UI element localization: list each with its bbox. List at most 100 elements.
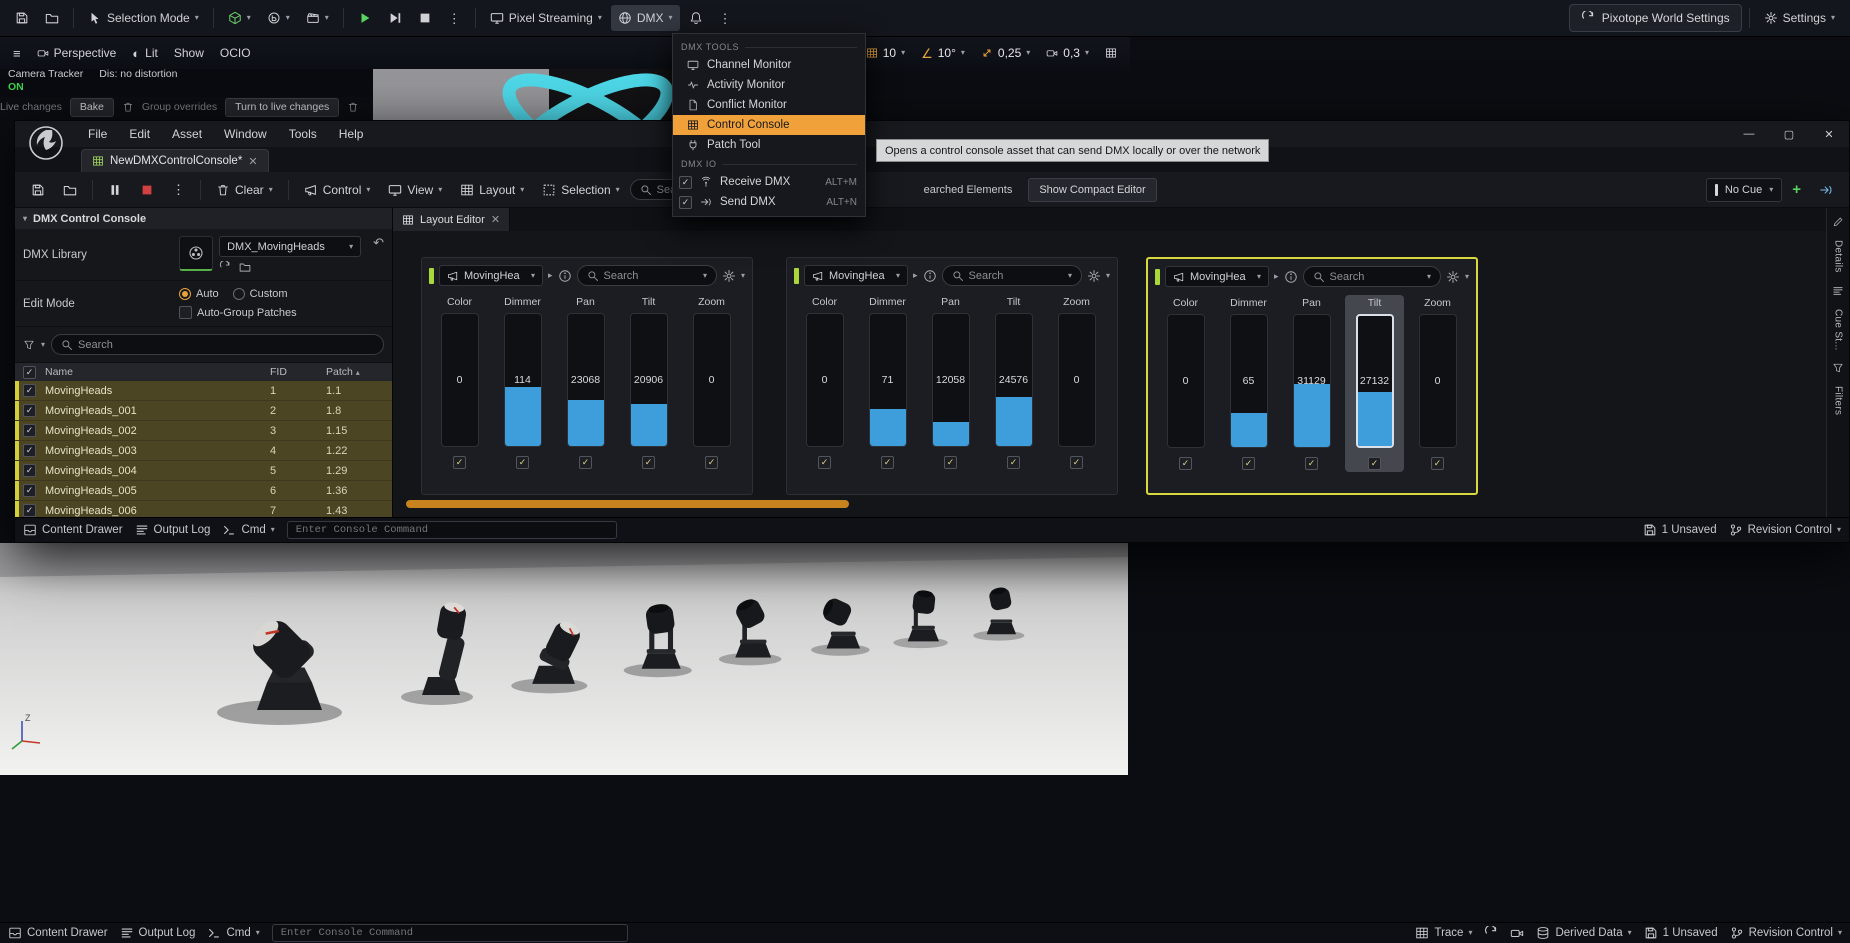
fader-color[interactable]: Color 0 ✓ bbox=[430, 294, 489, 471]
bake-button[interactable]: Bake bbox=[70, 98, 114, 117]
window-minimize-button[interactable]: — bbox=[1729, 121, 1769, 147]
menu-item-receive-dmx[interactable]: ✓ Receive DMX ALT+M bbox=[673, 172, 865, 192]
content-drawer-button[interactable]: Content Drawer bbox=[8, 926, 108, 940]
fader-enable-checkbox[interactable]: ✓ bbox=[1242, 457, 1255, 470]
toolbar-overflow-button[interactable]: ⋮ bbox=[712, 5, 739, 31]
stop-dmx-button[interactable] bbox=[132, 177, 162, 203]
menu-item-activity-monitor[interactable]: Activity Monitor bbox=[673, 75, 865, 95]
fader-track[interactable]: 27132 bbox=[1356, 314, 1394, 448]
fixture-checkbox[interactable]: ✓ bbox=[23, 384, 36, 397]
fader-color[interactable]: Color 0 ✓ bbox=[1156, 295, 1215, 472]
tab-close-icon[interactable]: ✕ bbox=[491, 213, 500, 226]
trace-dropdown[interactable]: Trace ▾ bbox=[1415, 926, 1472, 940]
fader-tilt[interactable]: Tilt 20906 ✓ bbox=[619, 294, 678, 471]
select-all-checkbox[interactable]: ✓ bbox=[23, 366, 36, 379]
control-dropdown[interactable]: Control ▾ bbox=[296, 177, 379, 203]
receive-dmx-checkbox[interactable]: ✓ bbox=[679, 176, 692, 189]
pause-dmx-button[interactable] bbox=[100, 177, 130, 203]
fader-enable-checkbox[interactable]: ✓ bbox=[579, 456, 592, 469]
menu-item-channel-monitor[interactable]: Channel Monitor bbox=[673, 55, 865, 75]
save-asset-button[interactable] bbox=[23, 177, 53, 203]
searched-elements-label[interactable]: earched Elements bbox=[924, 184, 1013, 196]
maximize-viewport-button[interactable] bbox=[1098, 41, 1124, 65]
fixture-checkbox[interactable]: ✓ bbox=[23, 484, 36, 497]
fader-dimmer[interactable]: Dimmer 114 ✓ bbox=[493, 294, 552, 471]
fader-pan[interactable]: Pan 31129 ✓ bbox=[1282, 295, 1341, 472]
console-command-input[interactable] bbox=[272, 924, 628, 942]
undo-icon[interactable]: ↶ bbox=[373, 236, 384, 273]
add-cue-button[interactable]: + bbox=[1784, 177, 1809, 203]
trash-icon[interactable] bbox=[122, 101, 134, 113]
fader-track[interactable]: 24576 bbox=[995, 313, 1033, 447]
fader-track[interactable]: 0 bbox=[693, 313, 731, 447]
grid-snap-toggle[interactable]: 10 ▾ bbox=[859, 41, 912, 65]
selection-mode-dropdown[interactable]: Selection Mode ▾ bbox=[81, 5, 206, 31]
fixture-row[interactable]: ✓ MovingHeads_004 5 1.29 bbox=[15, 461, 392, 481]
fader-zoom[interactable]: Zoom 0 ✓ bbox=[682, 294, 741, 471]
layout-editor-content[interactable]: MovingHea ▾ ▸ Search ▾ ▾ bbox=[393, 231, 1826, 517]
fader-track[interactable]: 65 bbox=[1230, 314, 1268, 448]
derived-data-dropdown[interactable]: Derived Data ▾ bbox=[1536, 926, 1631, 940]
auto-group-patches-checkbox[interactable]: ✓ bbox=[179, 306, 192, 319]
window-maximize-button[interactable]: ▢ bbox=[1769, 121, 1809, 147]
output-log-button[interactable]: Output Log bbox=[120, 926, 196, 940]
cue-stack-button[interactable] bbox=[1811, 177, 1841, 203]
gear-icon[interactable] bbox=[722, 269, 736, 283]
unsaved-indicator[interactable]: 1 Unsaved bbox=[1644, 926, 1718, 940]
cue-dropdown[interactable]: No Cue ▾ bbox=[1706, 178, 1782, 202]
stop-button[interactable] bbox=[411, 5, 439, 31]
tab-cue-stack[interactable]: Cue St... bbox=[1833, 309, 1844, 351]
content-drawer-button[interactable]: Content Drawer bbox=[23, 523, 123, 537]
info-icon[interactable] bbox=[558, 269, 572, 283]
library-thumbnail[interactable] bbox=[179, 236, 213, 271]
cmd-dropdown[interactable]: Cmd ▾ bbox=[207, 926, 259, 940]
rotation-snap-toggle[interactable]: ∠ 10° ▾ bbox=[914, 41, 972, 65]
cinematics-dropdown[interactable]: ▾ bbox=[299, 5, 336, 31]
group-fixture-dropdown[interactable]: MovingHea ▾ bbox=[439, 265, 543, 286]
filter-funnel-icon[interactable] bbox=[1832, 362, 1844, 374]
layout-dropdown[interactable]: Layout ▾ bbox=[452, 177, 532, 203]
scale-snap-toggle[interactable]: 0,25 ▾ bbox=[974, 41, 1037, 65]
fader-track[interactable]: 0 bbox=[441, 313, 479, 447]
fader-color[interactable]: Color 0 ✓ bbox=[795, 294, 854, 471]
fader-zoom[interactable]: Zoom 0 ✓ bbox=[1047, 294, 1106, 471]
fader-group-selected[interactable]: MovingHea ▾ ▸ Search ▾ ▾ bbox=[1146, 257, 1478, 495]
revision-control-dropdown[interactable]: Revision Control ▾ bbox=[1729, 523, 1841, 537]
fader-enable-checkbox[interactable]: ✓ bbox=[1070, 456, 1083, 469]
unsaved-indicator[interactable]: 1 Unsaved bbox=[1643, 523, 1717, 537]
info-icon[interactable] bbox=[923, 269, 937, 283]
screenshot-button[interactable] bbox=[1510, 926, 1524, 940]
dmx-dropdown[interactable]: DMX ▾ bbox=[611, 5, 680, 31]
fixture-checkbox[interactable]: ✓ bbox=[23, 424, 36, 437]
revision-control-dropdown[interactable]: Revision Control ▾ bbox=[1730, 926, 1842, 940]
show-dropdown[interactable]: Show bbox=[167, 41, 211, 65]
pixel-streaming-dropdown[interactable]: Pixel Streaming ▾ bbox=[483, 5, 609, 31]
alerts-button[interactable] bbox=[682, 5, 710, 31]
column-patch[interactable]: Patch ▴ bbox=[326, 366, 392, 378]
add-actor-dropdown[interactable]: ▾ bbox=[221, 5, 258, 31]
fader-tilt-selected[interactable]: Tilt 27132 ✓ bbox=[1345, 295, 1404, 472]
fader-enable-checkbox[interactable]: ✓ bbox=[705, 456, 718, 469]
content-browser-button[interactable] bbox=[38, 5, 66, 31]
fader-zoom[interactable]: Zoom 0 ✓ bbox=[1408, 295, 1467, 472]
fixture-search-input[interactable]: Search bbox=[51, 334, 384, 355]
fixture-row[interactable]: ✓ MovingHeads_003 4 1.22 bbox=[15, 441, 392, 461]
group-fixture-dropdown[interactable]: MovingHea ▾ bbox=[1165, 266, 1269, 287]
list-icon[interactable] bbox=[1832, 285, 1844, 297]
expand-right-icon[interactable]: ▸ bbox=[913, 271, 918, 280]
insights-button[interactable] bbox=[1484, 926, 1498, 940]
tab-close-icon[interactable]: ✕ bbox=[248, 155, 257, 168]
column-name[interactable]: Name bbox=[45, 366, 270, 378]
dmx-library-select[interactable]: DMX_MovingHeads ▾ bbox=[219, 236, 361, 257]
menu-file[interactable]: File bbox=[77, 121, 118, 147]
fader-track[interactable]: 0 bbox=[806, 313, 844, 447]
turn-to-live-changes-button[interactable]: Turn to live changes bbox=[225, 98, 339, 117]
selection-dropdown[interactable]: Selection ▾ bbox=[534, 177, 627, 203]
cmd-dropdown[interactable]: Cmd ▾ bbox=[222, 523, 274, 537]
browse-asset-button[interactable] bbox=[55, 177, 85, 203]
menu-item-control-console[interactable]: Control Console bbox=[673, 115, 865, 135]
fader-track[interactable]: 114 bbox=[504, 313, 542, 447]
menu-help[interactable]: Help bbox=[328, 121, 375, 147]
fader-track[interactable]: 23068 bbox=[567, 313, 605, 447]
fader-track[interactable]: 0 bbox=[1167, 314, 1205, 448]
